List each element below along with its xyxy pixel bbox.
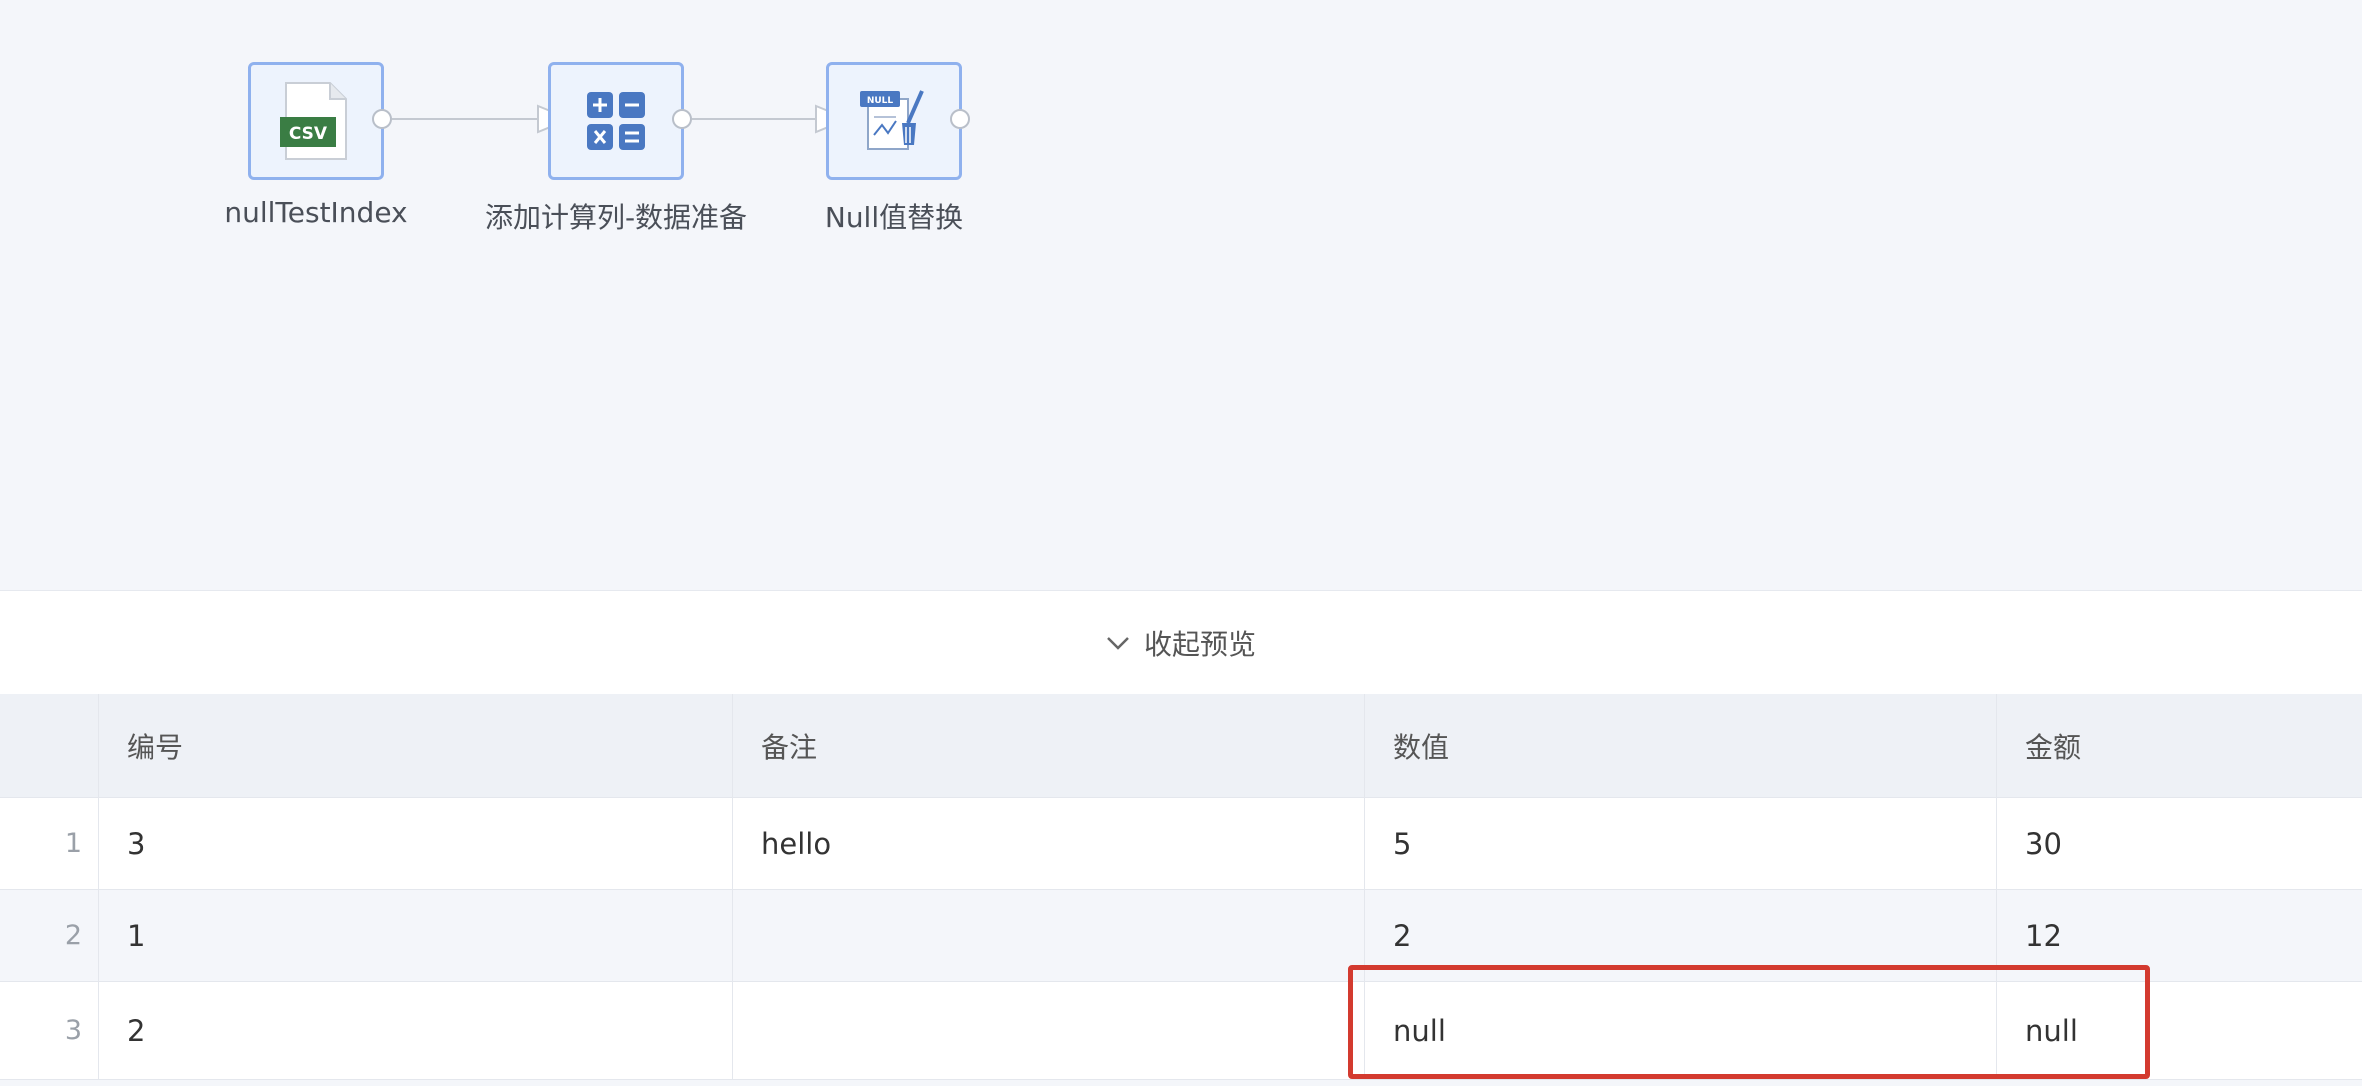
column-header-label: 备注 [761, 730, 818, 764]
collapse-preview-button[interactable]: 收起预览 [1106, 623, 1256, 663]
node-label: nullTestIndex [224, 196, 408, 229]
table-row[interactable]: 1 3 hello 5 30 [0, 798, 2362, 890]
connector-line [392, 118, 540, 120]
connector-line [692, 118, 820, 120]
column-header-label: 编号 [127, 730, 184, 764]
column-header[interactable]: 备注 [732, 694, 1364, 797]
node-csv-source[interactable]: CSV [248, 62, 384, 180]
svg-text:NULL: NULL [867, 96, 894, 106]
table-cell[interactable]: 5 [1364, 798, 1996, 889]
row-number: 3 [64, 1015, 82, 1046]
column-header[interactable]: 金额 [1996, 694, 2362, 797]
calculator-icon [587, 92, 645, 150]
null-values-highlight-box [1348, 965, 2150, 1079]
preview-bar: 收起预览 [0, 590, 2362, 695]
table-cell[interactable] [732, 982, 1364, 1079]
column-header-label: 金额 [2025, 730, 2082, 764]
output-port[interactable] [372, 109, 392, 129]
output-port[interactable] [672, 109, 692, 129]
svg-text:CSV: CSV [289, 124, 328, 144]
row-number: 1 [64, 828, 82, 859]
table-cell[interactable]: 1 [98, 890, 732, 981]
column-header[interactable]: 数值 [1364, 694, 1996, 797]
column-header-label: 数值 [1393, 730, 1450, 764]
node-add-calculated-column[interactable] [548, 62, 684, 180]
table-cell[interactable]: hello [732, 798, 1364, 889]
column-header[interactable]: 编号 [98, 694, 732, 797]
workflow-canvas[interactable]: CSV NULL nullTestIndex 添加计算列-数据准备 Null值替… [0, 0, 2362, 590]
collapse-preview-label: 收起预览 [1143, 628, 1257, 661]
table-cell[interactable]: 3 [98, 798, 732, 889]
node-label: Null值替换 [824, 201, 964, 234]
csv-file-icon: CSV [280, 82, 347, 160]
table-cell[interactable]: 30 [1996, 798, 2362, 889]
row-number: 2 [64, 920, 82, 951]
table-cell[interactable]: 2 [98, 982, 732, 1079]
table-header-row: 编号 备注 数值 金额 [0, 694, 2362, 798]
output-port[interactable] [950, 109, 970, 129]
node-label: 添加计算列-数据准备 [484, 201, 748, 234]
node-null-replace[interactable]: NULL [826, 62, 962, 180]
table-cell[interactable] [732, 890, 1364, 981]
null-replace-icon: NULL [860, 90, 924, 150]
chevron-down-icon [1107, 637, 1129, 650]
